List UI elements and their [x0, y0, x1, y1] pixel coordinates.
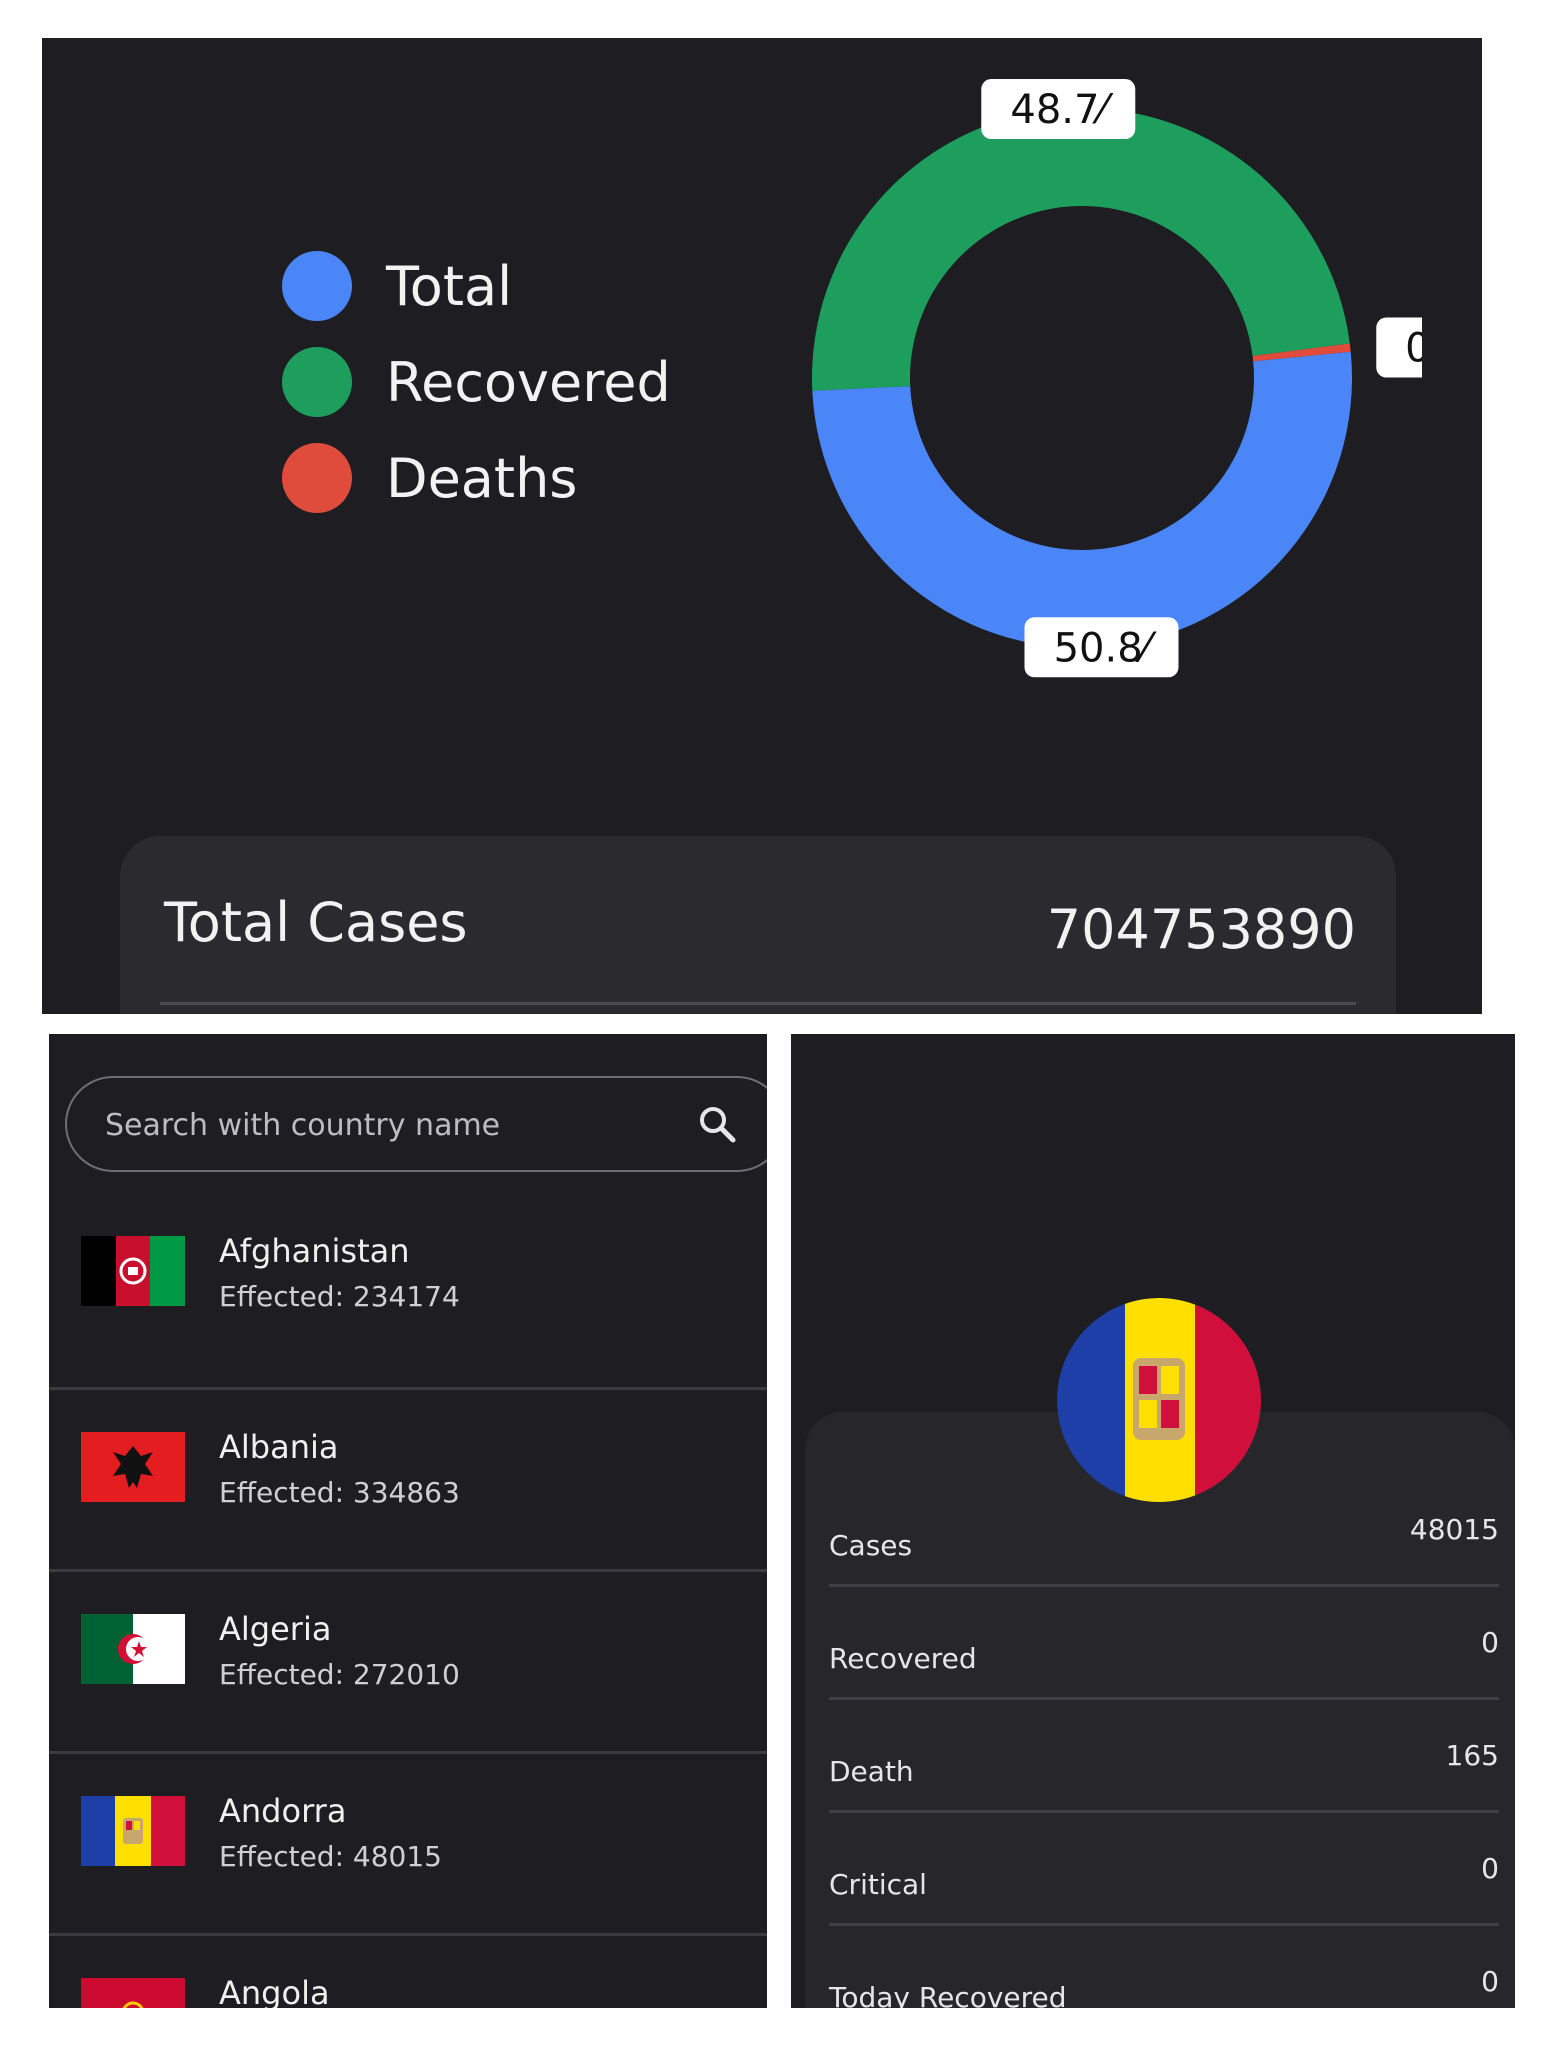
donut-slice-total — [812, 351, 1352, 648]
slice-label-recovered: 48.7⁄ — [981, 79, 1136, 140]
afghanistan-flag-icon — [81, 1236, 185, 1306]
search-input[interactable] — [103, 1078, 667, 1172]
stat-label: Recovered — [829, 1642, 977, 1675]
stat-value: 0 — [1481, 1626, 1499, 1659]
legend-label-recovered: Recovered — [386, 350, 671, 414]
country-row-andorra[interactable]: Andorra Effected: 48015 — [49, 1754, 767, 1936]
legend-item-total: Total — [282, 238, 671, 334]
country-effected: Effected: 48015 — [219, 1840, 442, 1873]
legend-label-total: Total — [386, 254, 513, 318]
algeria-flag-icon — [81, 1614, 185, 1684]
total-cases-value: 704753890 — [1046, 898, 1356, 961]
country-list-panel: Afghanistan Effected: 234174 Albania Eff… — [49, 1034, 767, 2008]
legend-dot-recovered — [282, 347, 352, 417]
donut-chart: 50.8⁄ 0.5⁄ 48.7⁄ — [812, 79, 1422, 678]
andorra-flag-icon — [1057, 1298, 1261, 1502]
country-effected: Effected: 234174 — [219, 1280, 460, 1313]
slice-label-text: 48.7⁄ — [1010, 87, 1113, 133]
stat-label: Death — [829, 1755, 914, 1788]
legend-dot-deaths — [282, 443, 352, 513]
slice-label-text: 0.5⁄ — [1405, 326, 1422, 372]
chart-panel: Total Recovered Deaths 50.8⁄ 0.5⁄ 48.7⁄ To… — [42, 38, 1482, 1014]
legend-dot-total — [282, 251, 352, 321]
total-cases-card: Total Cases 704753890 — [120, 836, 1396, 1014]
stat-row-critical: Critical 0 — [829, 1811, 1499, 1926]
total-cases-title: Total Cases — [164, 891, 468, 954]
chart-legend: Total Recovered Deaths — [282, 238, 671, 526]
country-row-afghanistan[interactable]: Afghanistan Effected: 234174 — [49, 1194, 767, 1390]
stat-value: 48015 — [1409, 1513, 1499, 1546]
andorra-flag-icon — [81, 1796, 185, 1866]
divider — [160, 1002, 1356, 1005]
donut-slice-recovered — [812, 108, 1350, 391]
stat-value: 0 — [1481, 1852, 1499, 1885]
country-name: Afghanistan — [219, 1232, 410, 1270]
slice-label-text: 50.8⁄ — [1054, 625, 1157, 671]
stat-row-recovered: Recovered 0 — [829, 1585, 1499, 1700]
country-row-algeria[interactable]: Algeria Effected: 272010 — [49, 1572, 767, 1754]
country-name: Albania — [219, 1428, 339, 1466]
angola-flag-icon — [81, 1978, 185, 2008]
country-effected: Effected: 272010 — [219, 1658, 460, 1691]
stat-label: Cases — [829, 1529, 913, 1562]
search-bar[interactable] — [65, 1076, 767, 1172]
legend-label-deaths: Deaths — [386, 446, 578, 510]
stat-row-death: Death 165 — [829, 1698, 1499, 1813]
country-name: Angola — [219, 1974, 330, 2008]
slice-label-deaths: 0.5⁄ — [1376, 317, 1422, 378]
country-list: Afghanistan Effected: 234174 Albania Eff… — [49, 1194, 767, 2008]
legend-item-recovered: Recovered — [282, 334, 671, 430]
country-effected: Effected: 334863 — [219, 1476, 460, 1509]
country-detail-panel: Cases 48015 Recovered 0 Death 165 Critic… — [791, 1034, 1515, 2008]
country-name: Algeria — [219, 1610, 332, 1648]
stat-value: 165 — [1445, 1739, 1499, 1772]
albania-flag-icon — [81, 1432, 185, 1502]
stat-label: Today Recovered — [829, 1981, 1067, 2008]
stat-row-today-recovered: Today Recovered 0 — [829, 1924, 1499, 2008]
search-icon[interactable] — [697, 1104, 737, 1144]
country-row-angola[interactable]: Angola — [49, 1936, 767, 2008]
slice-label-total: 50.8⁄ — [1024, 617, 1179, 678]
country-name: Andorra — [219, 1792, 347, 1830]
country-row-albania[interactable]: Albania Effected: 334863 — [49, 1390, 767, 1572]
stat-label: Critical — [829, 1868, 927, 1901]
stat-value: 0 — [1481, 1965, 1499, 1998]
legend-item-deaths: Deaths — [282, 430, 671, 526]
